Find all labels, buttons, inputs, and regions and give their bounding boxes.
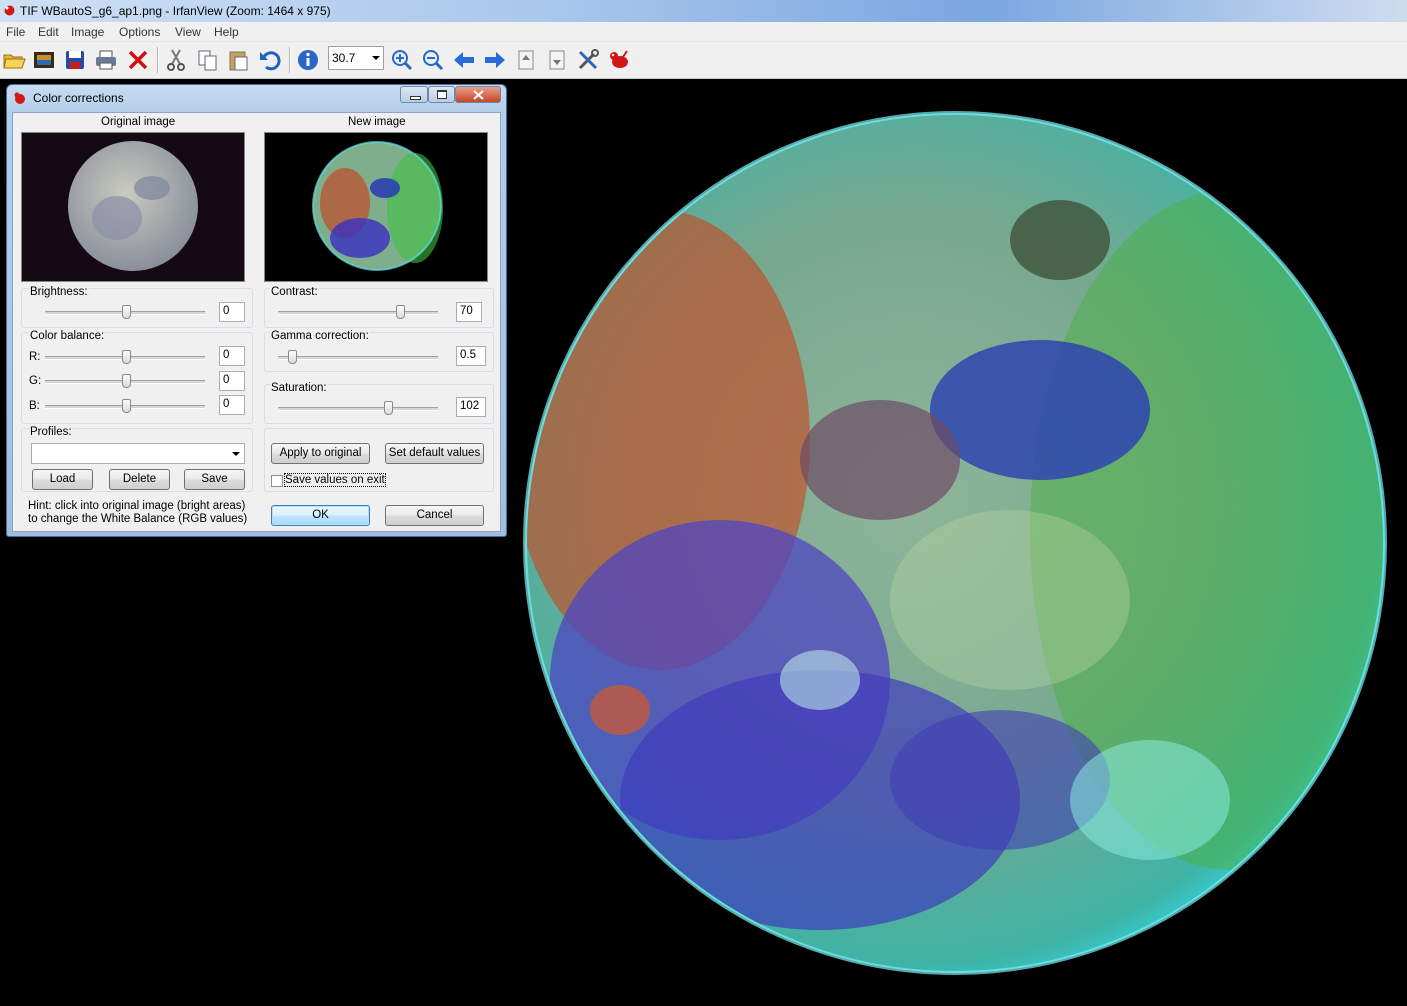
contrast-slider-track[interactable] xyxy=(278,311,438,315)
brightness-label: Brightness: xyxy=(29,286,89,298)
save-values-on-exit-label[interactable]: Save values on exit xyxy=(284,473,386,487)
undo-icon[interactable] xyxy=(258,48,282,72)
blue-label: B: xyxy=(29,400,40,412)
toolbar-separator xyxy=(289,47,291,73)
green-slider-thumb[interactable] xyxy=(122,374,131,388)
brightness-slider-thumb[interactable] xyxy=(122,305,131,319)
maximize-icon xyxy=(437,90,447,99)
green-label: G: xyxy=(29,375,42,387)
load-button[interactable]: Load xyxy=(32,469,93,490)
minimize-icon xyxy=(410,96,421,100)
blue-slider-thumb[interactable] xyxy=(122,399,131,413)
menu-view[interactable]: View xyxy=(175,25,201,39)
dialog-title: Color corrections xyxy=(33,91,124,105)
paste-icon[interactable] xyxy=(227,48,251,72)
menu-image[interactable]: Image xyxy=(71,25,104,39)
menu-help[interactable]: Help xyxy=(214,25,239,39)
menu-options[interactable]: Options xyxy=(119,25,160,39)
contrast-slider-thumb[interactable] xyxy=(396,305,405,319)
blue-value-input[interactable]: 0 xyxy=(219,395,245,415)
menu-edit[interactable]: Edit xyxy=(38,25,59,39)
new-moon-thumbnail xyxy=(265,133,487,281)
dialog-client-area: Original image New image Brightness: 0 C… xyxy=(12,112,501,532)
save-values-on-exit-checkbox[interactable] xyxy=(271,475,283,487)
chevron-down-icon xyxy=(372,56,380,60)
new-image-label: New image xyxy=(348,116,406,128)
close-button[interactable] xyxy=(455,86,501,103)
save-icon[interactable] xyxy=(63,48,87,72)
cancel-button[interactable]: Cancel xyxy=(385,505,484,526)
green-value-input[interactable]: 0 xyxy=(219,371,245,391)
menu-bar: File Edit Image Options View Help xyxy=(0,22,1407,42)
info-icon[interactable] xyxy=(296,48,320,72)
gamma-value-input[interactable]: 0.5 xyxy=(456,346,486,366)
delete-button[interactable]: Delete xyxy=(109,469,170,490)
toolbar-separator xyxy=(157,47,159,73)
chevron-down-icon xyxy=(232,452,240,456)
zoom-value: 30.7 xyxy=(332,51,356,65)
gamma-slider-thumb[interactable] xyxy=(288,350,297,364)
minimize-button[interactable] xyxy=(400,86,428,103)
settings-icon[interactable] xyxy=(576,48,600,72)
profiles-dropdown[interactable] xyxy=(31,443,245,464)
saturation-value-input[interactable]: 102 xyxy=(456,397,486,417)
color-corrections-dialog: Color corrections Original image New ima… xyxy=(6,84,507,537)
gamma-label: Gamma correction: xyxy=(270,330,370,342)
close-icon xyxy=(473,90,484,100)
original-image-preview[interactable] xyxy=(21,132,245,282)
window-title: TIF WBautoS_g6_ap1.png - IrfanView (Zoom… xyxy=(20,4,331,18)
slideshow-icon[interactable] xyxy=(32,48,56,72)
hint-text: Hint: click into original image (bright … xyxy=(28,500,248,525)
next-icon[interactable] xyxy=(483,48,507,72)
contrast-value-input[interactable]: 70 xyxy=(456,302,482,322)
last-page-icon[interactable] xyxy=(545,48,569,72)
new-image-preview xyxy=(264,132,488,282)
save-profile-button[interactable]: Save xyxy=(184,469,245,490)
original-image-label: Original image xyxy=(101,116,176,128)
irfanview-app-icon xyxy=(4,5,15,16)
contrast-label: Contrast: xyxy=(270,286,319,298)
zoom-out-icon[interactable] xyxy=(421,48,445,72)
open-icon[interactable] xyxy=(2,48,26,72)
profiles-label: Profiles: xyxy=(29,426,73,438)
window-title-bar[interactable]: TIF WBautoS_g6_ap1.png - IrfanView (Zoom… xyxy=(0,0,1407,22)
cut-icon[interactable] xyxy=(164,48,188,72)
set-default-values-button[interactable]: Set default values xyxy=(385,443,484,464)
delete-icon[interactable] xyxy=(126,48,150,72)
toolbar xyxy=(0,42,1407,79)
saturation-label: Saturation: xyxy=(270,382,328,394)
zoom-combobox[interactable]: 30.7 xyxy=(328,46,384,70)
irfanview-icon[interactable] xyxy=(607,48,631,72)
copy-icon[interactable] xyxy=(196,48,220,72)
brightness-value-input[interactable]: 0 xyxy=(219,302,245,322)
menu-file[interactable]: File xyxy=(6,25,25,39)
previous-icon[interactable] xyxy=(452,48,476,72)
original-moon-thumbnail xyxy=(22,133,244,281)
zoom-in-icon[interactable] xyxy=(390,48,414,72)
red-slider-thumb[interactable] xyxy=(122,350,131,364)
print-icon[interactable] xyxy=(94,48,118,72)
first-page-icon[interactable] xyxy=(514,48,538,72)
maximize-button[interactable] xyxy=(428,86,455,103)
apply-to-original-button[interactable]: Apply to original xyxy=(271,443,370,464)
irfanview-icon xyxy=(14,92,25,104)
red-value-input[interactable]: 0 xyxy=(219,346,245,366)
gamma-slider-track[interactable] xyxy=(278,356,438,360)
red-label: R: xyxy=(29,351,41,363)
color-balance-label: Color balance: xyxy=(29,330,106,342)
ok-button[interactable]: OK xyxy=(271,505,370,526)
saturation-slider-track[interactable] xyxy=(278,407,438,411)
saturation-slider-thumb[interactable] xyxy=(384,401,393,415)
